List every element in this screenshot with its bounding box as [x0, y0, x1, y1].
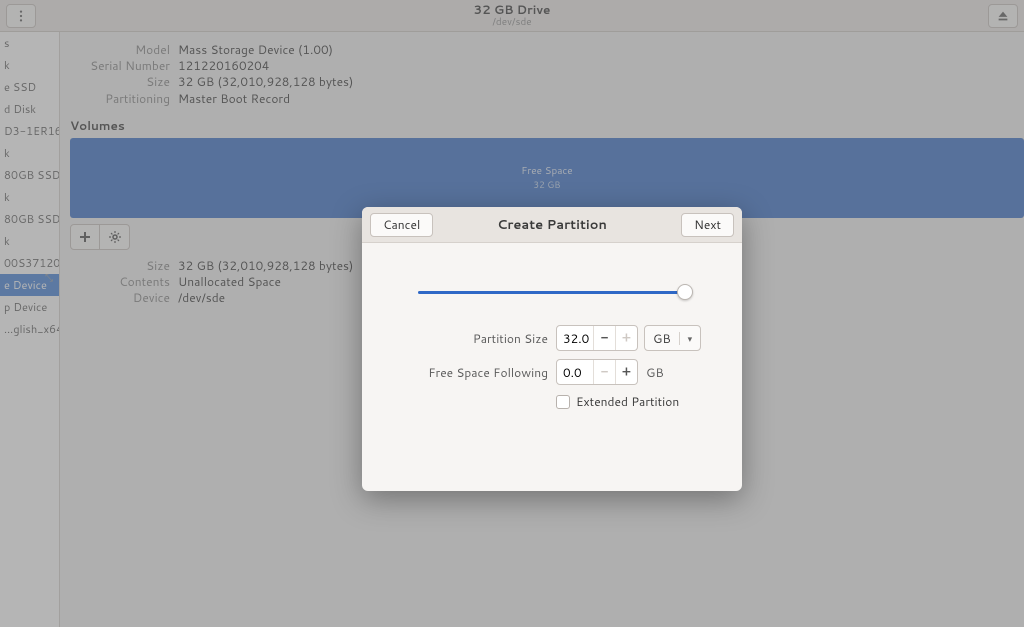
extended-partition-checkbox[interactable]	[556, 395, 570, 409]
prop-label: Size	[70, 258, 170, 274]
prop-label: Contents	[70, 274, 170, 290]
partition-size-label: Partition Size	[418, 330, 548, 347]
sidebar-item[interactable]: k	[0, 230, 59, 252]
partition-size-slider[interactable]	[418, 281, 686, 305]
prop-value: Mass Storage Device (1.00)	[178, 42, 333, 58]
volume-bar-free-space[interactable]: Free Space 32 GB	[70, 138, 1024, 218]
volume-size: 32 GB	[533, 178, 560, 191]
prop-label: Device	[70, 290, 170, 306]
sidebar-item[interactable]: s	[0, 32, 59, 54]
volume-options-button[interactable]	[100, 224, 130, 250]
sidebar-item[interactable]: D3-1ER162	[0, 120, 59, 142]
window-header: 32 GB Drive /dev/sde	[0, 0, 1024, 32]
sidebar-item[interactable]: k	[0, 186, 59, 208]
sidebar-item[interactable]: e SSD	[0, 76, 59, 98]
unit-label: GB	[653, 330, 671, 347]
partition-size-input[interactable]	[557, 326, 593, 350]
slider-thumb[interactable]	[677, 284, 693, 300]
prop-value: /dev/sde	[178, 290, 225, 306]
free-following-stepper: − +	[556, 359, 638, 385]
sidebar-item[interactable]: …glish_x64.iso	[0, 318, 59, 340]
device-sidebar[interactable]: s k e SSD d Disk D3-1ER162 k 80GB SSD k …	[0, 32, 60, 627]
gear-icon	[109, 231, 121, 243]
sidebar-item[interactable]: k	[0, 142, 59, 164]
prop-label: Serial Number	[70, 58, 170, 74]
header-subtitle: /dev/sde	[0, 17, 1024, 28]
prop-label: Size	[70, 74, 170, 90]
partition-size-stepper: − +	[556, 325, 638, 351]
add-partition-button[interactable]	[70, 224, 100, 250]
dialog-body: Partition Size − + GB ▾ Free Space Follo…	[362, 243, 742, 491]
volume-label: Free Space	[521, 164, 572, 178]
slider-track	[418, 291, 686, 294]
prop-label: Model	[70, 42, 170, 58]
sidebar-item[interactable]: 80GB SSD	[0, 208, 59, 230]
free-following-label: Free Space Following	[418, 364, 548, 381]
sidebar-item[interactable]: k	[0, 54, 59, 76]
create-partition-dialog: Cancel Create Partition Next Partition S…	[362, 207, 742, 491]
dialog-form: Partition Size − + GB ▾ Free Space Follo…	[418, 325, 716, 410]
free-following-unit: GB	[646, 364, 664, 381]
dialog-header: Cancel Create Partition Next	[362, 207, 742, 243]
sidebar-item[interactable]: d Disk	[0, 98, 59, 120]
free-following-input[interactable]	[557, 360, 593, 384]
extended-partition-label: Extended Partition	[576, 393, 679, 410]
volumes-heading: Volumes	[70, 117, 1024, 134]
prop-label: Partitioning	[70, 91, 170, 107]
partition-size-unit-select[interactable]: GB ▾	[644, 325, 701, 351]
plus-icon	[79, 231, 91, 243]
next-button[interactable]: Next	[681, 213, 734, 237]
drive-properties: Model Mass Storage Device (1.00) Serial N…	[60, 42, 1024, 107]
sidebar-item[interactable]: 00S37120G⤡	[0, 252, 59, 274]
prop-value: 121220160204	[178, 58, 269, 74]
partition-size-increment: +	[615, 326, 637, 350]
chevron-down-icon: ▾	[679, 332, 693, 345]
prop-value: Unallocated Space	[178, 274, 281, 290]
partition-size-decrement[interactable]: −	[593, 326, 615, 350]
sidebar-item[interactable]: 80GB SSD	[0, 164, 59, 186]
free-following-decrement: −	[593, 360, 615, 384]
header-title-wrap: 32 GB Drive /dev/sde	[0, 3, 1024, 27]
prop-value: 32 GB (32,010,928,128 bytes)	[178, 258, 353, 274]
sidebar-item[interactable]: p Device	[0, 296, 59, 318]
prop-value: Master Boot Record	[178, 91, 290, 107]
free-following-increment[interactable]: +	[615, 360, 637, 384]
cancel-button[interactable]: Cancel	[370, 213, 433, 237]
prop-value: 32 GB (32,010,928,128 bytes)	[178, 74, 353, 90]
